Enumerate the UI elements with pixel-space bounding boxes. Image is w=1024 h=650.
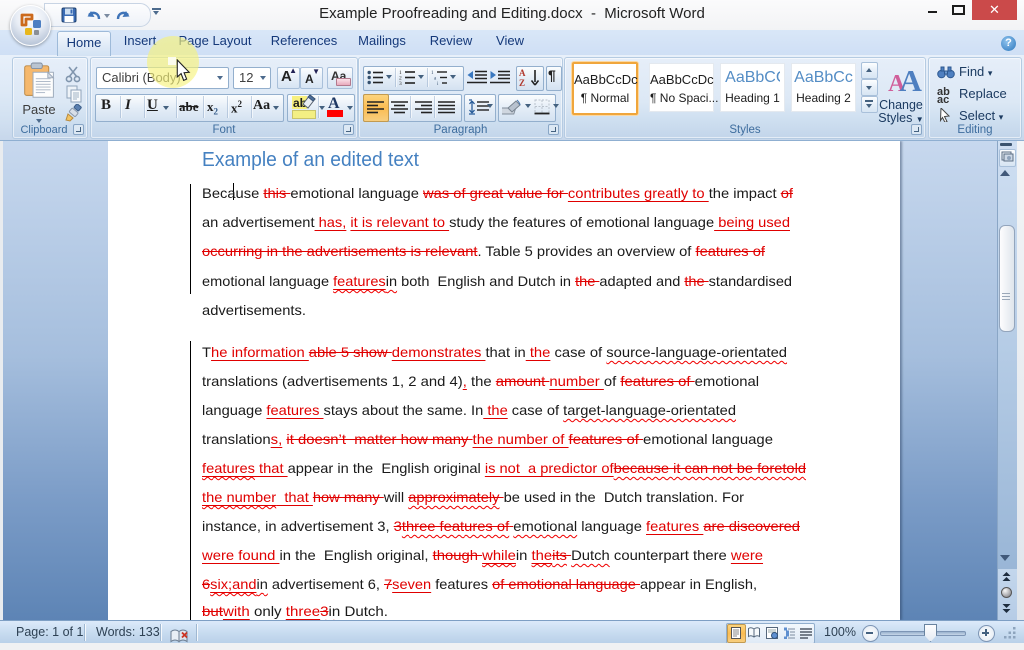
svg-text:a: a [434, 77, 437, 82]
svg-text:i: i [437, 82, 439, 85]
svg-text:1: 1 [431, 71, 434, 76]
svg-text:3: 3 [399, 81, 402, 85]
